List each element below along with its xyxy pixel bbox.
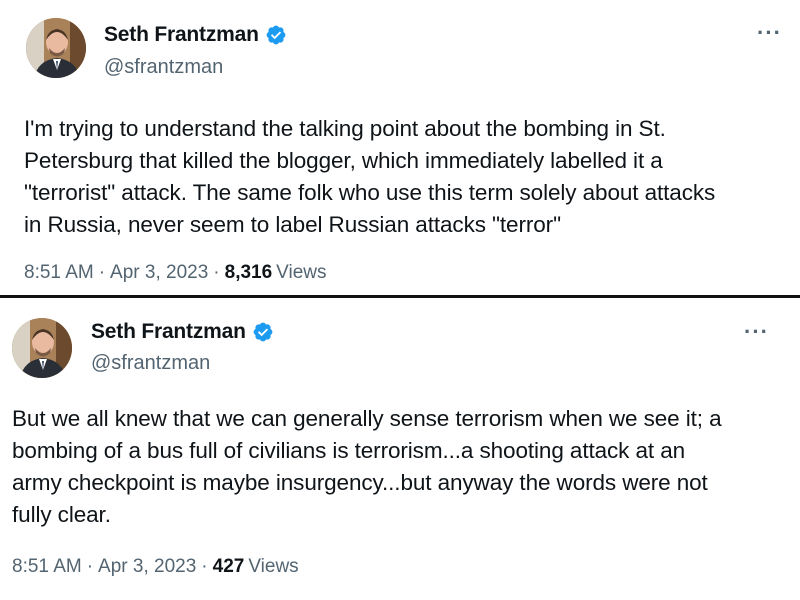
- tweet-card[interactable]: Seth Frantzman @sfrantzman ··· But we al…: [0, 298, 800, 600]
- author-handle[interactable]: @sfrantzman: [104, 56, 223, 79]
- views-count: 427: [212, 556, 245, 577]
- more-options-icon[interactable]: ···: [757, 22, 782, 44]
- views-label: Views: [248, 556, 299, 577]
- views-count: 8,316: [224, 262, 273, 283]
- tweet-time[interactable]: 8:51 AM: [24, 262, 94, 284]
- meta-separator: ·: [86, 556, 94, 577]
- tweet-date[interactable]: Apr 3, 2023: [110, 262, 208, 284]
- author-handle[interactable]: @sfrantzman: [91, 352, 210, 375]
- tweet-text: I'm trying to understand the talking poi…: [24, 116, 716, 237]
- author-name-row[interactable]: Seth Frantzman: [91, 320, 274, 344]
- screenshot-page: Seth Frantzman @sfrantzman ··· I'm tryin…: [0, 0, 800, 600]
- tweet-time[interactable]: 8:51 AM: [12, 556, 82, 578]
- meta-separator: ·: [213, 262, 220, 283]
- verified-badge-icon: [252, 321, 274, 343]
- author-name[interactable]: Seth Frantzman: [91, 320, 246, 344]
- verified-badge-icon: [265, 24, 287, 46]
- avatar-image: [26, 18, 86, 78]
- avatar-image: [12, 318, 72, 378]
- author-name[interactable]: Seth Frantzman: [104, 23, 259, 47]
- more-options-icon[interactable]: ···: [744, 321, 769, 343]
- avatar[interactable]: [12, 318, 72, 378]
- tweet-card[interactable]: Seth Frantzman @sfrantzman ··· I'm tryin…: [0, 0, 800, 296]
- author-name-row[interactable]: Seth Frantzman: [104, 23, 287, 47]
- tweet-date[interactable]: Apr 3, 2023: [98, 556, 196, 578]
- avatar[interactable]: [26, 18, 86, 78]
- tweet-text: But we all knew that we can generally se…: [12, 406, 722, 527]
- meta-separator: ·: [98, 262, 106, 283]
- views-label: Views: [276, 262, 327, 283]
- meta-separator: ·: [201, 556, 208, 577]
- tweet-metadata: 8:51 AM · Apr 3, 2023 · 8,316 Views: [24, 262, 327, 284]
- tweet-metadata: 8:51 AM · Apr 3, 2023 · 427 Views: [12, 556, 299, 578]
